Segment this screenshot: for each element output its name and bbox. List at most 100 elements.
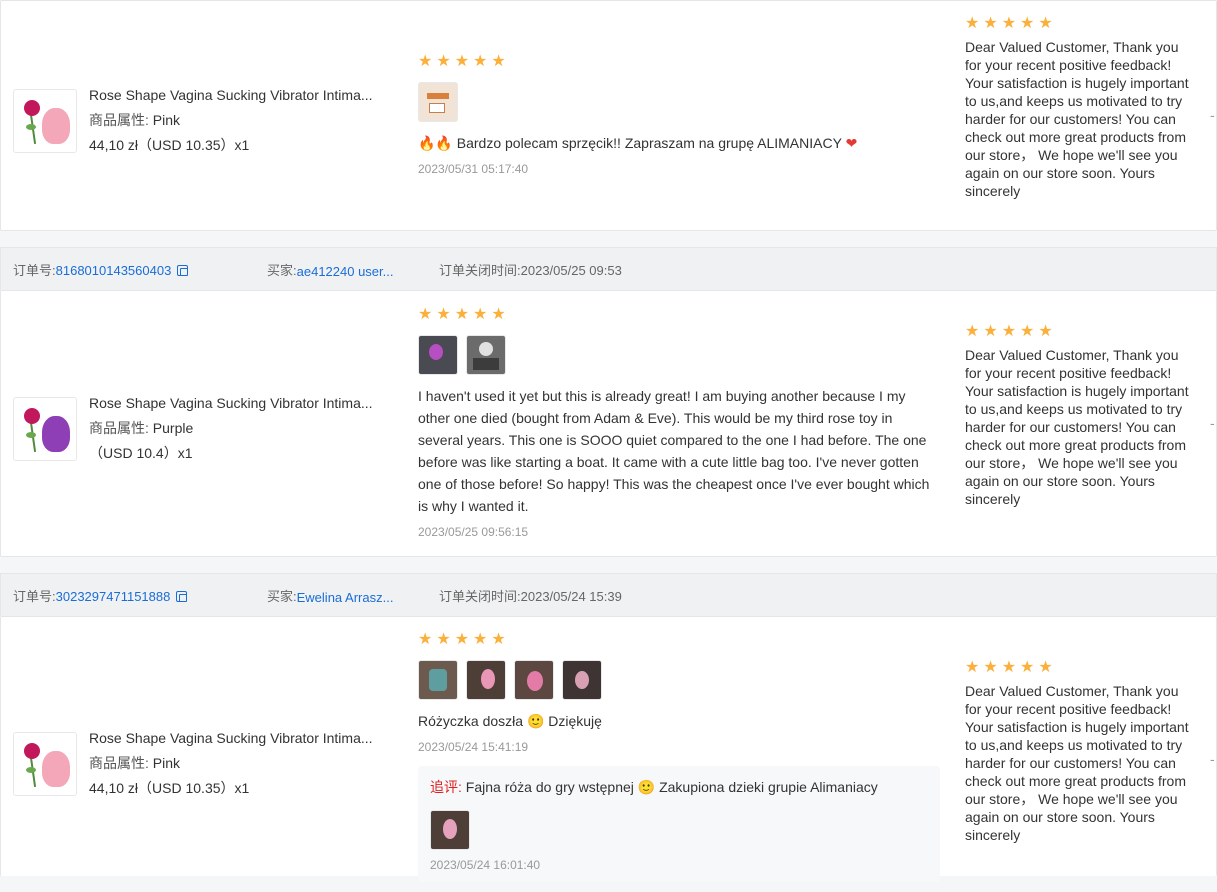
star-icon: ★ <box>965 15 980 32</box>
buyer-review: ★ ★ ★ ★ ★ I haven't used it yet but this is … <box>418 307 938 539</box>
review-card: Rose Shape Vagina Sucking Vibrator Intim… <box>0 290 1217 557</box>
product-name[interactable]: Rose Shape Vagina Sucking Vibrator Intim… <box>89 83 389 108</box>
buyer-label: 买家: <box>267 588 297 604</box>
product-attr: 商品属性: Pink <box>89 755 181 771</box>
buyer-link[interactable]: ae412240 user... <box>297 264 394 279</box>
star-icon: ★ <box>418 53 433 70</box>
order-no-label: 订单号: <box>13 262 56 278</box>
star-icon: ★ <box>436 631 451 648</box>
review-text: Różyczka doszła 🙂 Dziękuję <box>418 713 602 729</box>
smile-icon: 🙂 <box>637 779 656 795</box>
fire-icon: 🔥🔥 <box>418 135 453 151</box>
reply-text: Dear Valued Customer, Thank you for your… <box>965 683 1189 843</box>
star-icon: ★ <box>1038 323 1053 340</box>
review-card: Rose Shape Vagina Sucking Vibrator Intim… <box>0 0 1217 231</box>
copy-icon[interactable] <box>176 590 188 602</box>
star-icon: ★ <box>1020 659 1035 676</box>
star-icon: ★ <box>491 631 506 648</box>
review-card: Rose Shape Vagina Sucking Vibrator Intim… <box>0 616 1217 882</box>
product-attr: 商品属性: Pink <box>89 112 181 128</box>
seller-reply: ★ ★ ★ ★ ★ Dear Valued Customer, Thank you fo… <box>965 324 1195 508</box>
star-icon: ★ <box>983 323 998 340</box>
reply-text: Dear Valued Customer, Thank you for your… <box>965 347 1189 507</box>
review-text: I haven't used it yet but this is alread… <box>418 388 930 514</box>
product-info: Rose Shape Vagina Sucking Vibrator Intim… <box>13 83 389 158</box>
review-time: 2023/05/24 15:41:19 <box>418 740 529 754</box>
review-image[interactable] <box>418 660 458 700</box>
review-image[interactable] <box>514 660 554 700</box>
review-image[interactable] <box>418 82 458 122</box>
buyer-link[interactable]: Ewelina Arrasz... <box>297 590 394 605</box>
buyer-label: 买家: <box>267 262 297 278</box>
smile-icon: 🙂 <box>526 713 545 729</box>
reply-rating-stars: ★ ★ ★ ★ ★ <box>965 16 1195 32</box>
product-name[interactable]: Rose Shape Vagina Sucking Vibrator Intim… <box>89 726 389 751</box>
product-info: Rose Shape Vagina Sucking Vibrator Intim… <box>13 391 389 466</box>
product-attr: 商品属性: Purple <box>89 420 194 436</box>
product-thumbnail[interactable] <box>13 396 77 461</box>
star-icon: ★ <box>454 306 470 323</box>
star-icon: ★ <box>473 306 488 323</box>
order-no-label: 订单号: <box>13 588 56 604</box>
reply-rating-stars: ★ ★ ★ ★ ★ <box>965 324 1195 340</box>
product-thumbnail[interactable] <box>13 88 77 153</box>
order-header: 订单号:3023297471151888 买家:Ewelina Arrasz..… <box>0 573 1217 616</box>
star-icon: ★ <box>491 53 506 70</box>
rating-stars: ★ ★ ★ ★ ★ <box>418 307 938 323</box>
followup-time: 2023/05/24 16:01:40 <box>430 858 541 872</box>
review-time: 2023/05/25 09:56:15 <box>418 525 529 539</box>
star-icon: ★ <box>1020 323 1035 340</box>
star-icon: ★ <box>983 15 998 32</box>
reply-text: Dear Valued Customer, Thank you for your… <box>965 39 1189 199</box>
star-icon: ★ <box>965 659 980 676</box>
star-icon: ★ <box>983 659 998 676</box>
action-placeholder: - <box>1210 751 1215 767</box>
heart-icon: ❤ <box>845 135 858 151</box>
action-placeholder: - <box>1210 415 1215 431</box>
star-icon: ★ <box>1038 659 1053 676</box>
order-no-link[interactable]: 8168010143560403 <box>56 263 172 278</box>
star-icon: ★ <box>1020 15 1035 32</box>
star-icon: ★ <box>473 631 488 648</box>
product-price: 44,10 zł（USD 10.35）x1 <box>89 780 250 796</box>
order-no-link[interactable]: 3023297471151888 <box>56 589 171 604</box>
review-image[interactable] <box>466 335 506 375</box>
star-icon: ★ <box>491 306 506 323</box>
star-icon: ★ <box>418 306 433 323</box>
star-icon: ★ <box>418 631 433 648</box>
review-text: 🔥🔥 Bardzo polecam sprzęcik!! Zapraszam n… <box>418 135 858 151</box>
action-placeholder: - <box>1210 107 1215 123</box>
reply-rating-stars: ★ ★ ★ ★ ★ <box>965 660 1195 676</box>
product-name[interactable]: Rose Shape Vagina Sucking Vibrator Intim… <box>89 391 389 416</box>
buyer-review: ★ ★ ★ ★ ★ 🔥🔥 Bardzo polecam sprzęcik!! Zapra… <box>418 54 938 176</box>
order-closed-time: 订单关闭时间:2023/05/24 15:39 <box>439 588 622 604</box>
star-icon: ★ <box>436 306 451 323</box>
review-time: 2023/05/31 05:17:40 <box>418 162 529 176</box>
star-icon: ★ <box>1001 323 1017 340</box>
product-price: （USD 10.4）x1 <box>89 445 193 461</box>
seller-reply: ★ ★ ★ ★ ★ Dear Valued Customer, Thank you fo… <box>965 660 1195 844</box>
product-info: Rose Shape Vagina Sucking Vibrator Intim… <box>13 726 389 801</box>
order-header: 订单号:8168010143560403 买家:ae412240 user...… <box>0 247 1217 290</box>
followup-text: 追评: Fajna róża do gry wstępnej 🙂 Zakupio… <box>430 779 878 795</box>
rating-stars: ★ ★ ★ ★ ★ <box>418 54 938 70</box>
seller-reply: ★ ★ ★ ★ ★ Dear Valued Customer, Thank you fo… <box>965 16 1195 200</box>
review-image[interactable] <box>418 335 458 375</box>
product-thumbnail[interactable] <box>13 731 77 796</box>
star-icon: ★ <box>436 53 451 70</box>
review-image[interactable] <box>562 660 602 700</box>
star-icon: ★ <box>1001 15 1017 32</box>
rating-stars: ★ ★ ★ ★ ★ <box>418 632 938 648</box>
followup-review: 追评: Fajna róża do gry wstępnej 🙂 Zakupio… <box>418 766 940 882</box>
review-image[interactable] <box>466 660 506 700</box>
star-icon: ★ <box>454 53 470 70</box>
copy-icon[interactable] <box>177 264 189 276</box>
star-icon: ★ <box>1038 15 1053 32</box>
review-image[interactable] <box>430 810 470 850</box>
star-icon: ★ <box>454 631 470 648</box>
order-closed-time: 订单关闭时间:2023/05/25 09:53 <box>439 262 622 278</box>
star-icon: ★ <box>1001 659 1017 676</box>
star-icon: ★ <box>473 53 488 70</box>
product-price: 44,10 zł（USD 10.35）x1 <box>89 137 250 153</box>
star-icon: ★ <box>965 323 980 340</box>
